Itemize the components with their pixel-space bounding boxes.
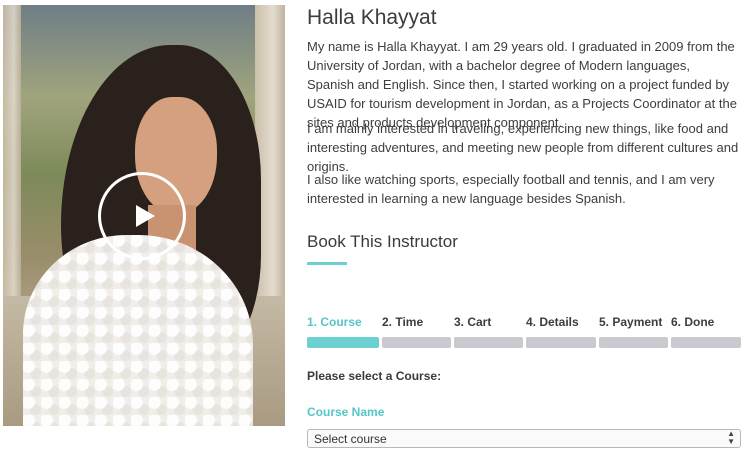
step-label: 3. Cart [454, 315, 492, 329]
bio-paragraph: I also like watching sports, especially … [307, 172, 715, 206]
step-label: 2. Time [382, 315, 424, 329]
step-progress-bar [454, 337, 523, 348]
select-arrows-icon: ▲ ▼ [727, 429, 735, 446]
booking-title: Book This Instructor [307, 232, 458, 251]
bio-paragraph: I am mainly interested in traveling, exp… [307, 121, 739, 174]
step-progress-bar [599, 337, 668, 348]
step-progress-bar [671, 337, 741, 348]
course-name-label: Course Name [307, 405, 385, 419]
course-prompt: Please select a Course: [307, 369, 442, 383]
play-icon [136, 205, 155, 227]
step-label: 4. Details [526, 315, 579, 329]
course-select[interactable]: Select course ▲ ▼ [307, 429, 741, 448]
step-label: 6. Done [671, 315, 715, 329]
step-label: 1. Course [307, 315, 362, 329]
step-progress-bar [307, 337, 379, 348]
instructor-name: Halla Khayyat [307, 6, 437, 29]
title-underline [307, 262, 347, 265]
booking-steps: 1. Course 2. Time 3. Cart 4. Details 5. … [307, 315, 741, 351]
video-play-button[interactable] [98, 172, 186, 260]
bio-paragraph: My name is Halla Khayyat. I am 29 years … [307, 39, 737, 130]
step-progress-bar [526, 337, 596, 348]
step-progress-bar [382, 337, 451, 348]
course-select-value: Select course [314, 432, 387, 446]
step-label: 5. Payment [599, 315, 663, 329]
